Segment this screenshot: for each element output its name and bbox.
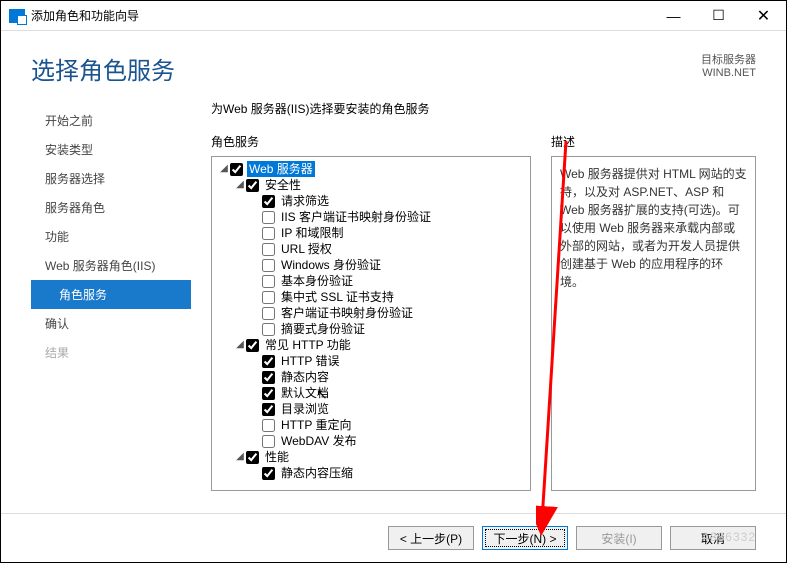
wizard-step[interactable]: 角色服务 (31, 280, 191, 309)
tree-label: 角色服务 (211, 133, 531, 150)
role-services-tree[interactable]: ◢Web 服务器◢安全性请求筛选IIS 客户端证书映射身份验证IP 和域限制UR… (211, 156, 531, 491)
wizard-step[interactable]: 开始之前 (31, 106, 191, 135)
tree-checkbox[interactable] (262, 419, 275, 432)
tree-checkbox[interactable] (262, 435, 275, 448)
app-icon (9, 9, 25, 23)
tree-node[interactable]: URL 授权 (214, 241, 528, 257)
tree-label[interactable]: WebDAV 发布 (279, 433, 359, 449)
prompt-text: 为Web 服务器(IIS)选择要安装的角色服务 (211, 96, 756, 117)
wizard-steps-sidebar: 开始之前安装类型服务器选择服务器角色功能Web 服务器角色(IIS)角色服务确认… (31, 96, 191, 476)
tree-label[interactable]: Windows 身份验证 (279, 257, 383, 273)
tree-node[interactable]: 默认文档 (214, 385, 528, 401)
wizard-step[interactable]: 确认 (31, 309, 191, 338)
tree-label[interactable]: IIS 客户端证书映射身份验证 (279, 209, 433, 225)
tree-checkbox[interactable] (262, 195, 275, 208)
tree-node[interactable]: ◢ 常见 HTTP 功能 (214, 337, 528, 353)
tree-label[interactable]: 默认文档 (279, 385, 331, 401)
description-panel: Web 服务器提供对 HTML 网站的支持，以及对 ASP.NET、ASP 和 … (551, 156, 756, 491)
desc-label: 描述 (551, 133, 756, 150)
next-button[interactable]: 下一步(N) > (482, 526, 568, 550)
wizard-step[interactable]: 服务器角色 (31, 193, 191, 222)
tree-checkbox[interactable] (262, 275, 275, 288)
maximize-button[interactable]: ☐ (696, 1, 741, 31)
close-button[interactable]: ✕ (741, 1, 786, 31)
tree-label[interactable]: 目录浏览 (279, 401, 331, 417)
tree-checkbox[interactable] (262, 307, 275, 320)
tree-node[interactable]: 摘要式身份验证 (214, 321, 528, 337)
tree-node[interactable]: 集中式 SSL 证书支持 (214, 289, 528, 305)
caret-down-icon[interactable]: ◢ (234, 177, 246, 193)
tree-checkbox[interactable] (246, 451, 259, 464)
tree-checkbox[interactable] (262, 243, 275, 256)
tree-label[interactable]: 常见 HTTP 功能 (263, 337, 353, 353)
tree-node[interactable]: ◢ 性能 (214, 449, 528, 465)
tree-label[interactable]: Web 服务器 (247, 161, 315, 177)
tree-checkbox[interactable] (246, 339, 259, 352)
install-button: 安装(I) (576, 526, 662, 550)
tree-checkbox[interactable] (262, 227, 275, 240)
tree-node[interactable]: 基本身份验证 (214, 273, 528, 289)
tree-node[interactable]: 目录浏览 (214, 401, 528, 417)
tree-label[interactable]: 基本身份验证 (279, 273, 355, 289)
tree-checkbox[interactable] (262, 355, 275, 368)
tree-node[interactable]: HTTP 重定向 (214, 417, 528, 433)
tree-node[interactable]: ◢ 安全性 (214, 177, 528, 193)
tree-label[interactable]: HTTP 重定向 (279, 417, 353, 433)
tree-node[interactable]: 静态内容 (214, 369, 528, 385)
wizard-step: 结果 (31, 338, 191, 367)
tree-label[interactable]: HTTP 错误 (279, 353, 341, 369)
tree-checkbox[interactable] (262, 323, 275, 336)
tree-node[interactable]: 请求筛选 (214, 193, 528, 209)
tree-label[interactable]: 摘要式身份验证 (279, 321, 367, 337)
tree-label[interactable]: URL 授权 (279, 241, 334, 257)
tree-label[interactable]: IP 和域限制 (279, 225, 345, 241)
caret-down-icon[interactable]: ◢ (234, 337, 246, 353)
tree-checkbox[interactable] (246, 179, 259, 192)
tree-checkbox[interactable] (262, 403, 275, 416)
tree-checkbox[interactable] (262, 387, 275, 400)
window-title: 添加角色和功能向导 (31, 7, 651, 24)
minimize-button[interactable]: — (651, 1, 696, 31)
tree-node[interactable]: IP 和域限制 (214, 225, 528, 241)
tree-node[interactable]: 静态内容压缩 (214, 465, 528, 481)
tree-node[interactable]: WebDAV 发布 (214, 433, 528, 449)
caret-down-icon[interactable]: ◢ (234, 449, 246, 465)
tree-node[interactable]: IIS 客户端证书映射身份验证 (214, 209, 528, 225)
tree-label[interactable]: 静态内容 (279, 369, 331, 385)
tree-label[interactable]: 静态内容压缩 (279, 465, 355, 481)
tree-label[interactable]: 集中式 SSL 证书支持 (279, 289, 396, 305)
tree-checkbox[interactable] (262, 259, 275, 272)
target-server-info: 目标服务器 WINB.NET (701, 51, 756, 79)
tree-checkbox[interactable] (262, 291, 275, 304)
tree-label[interactable]: 请求筛选 (279, 193, 331, 209)
page-title: 选择角色服务 (31, 51, 175, 86)
wizard-step[interactable]: Web 服务器角色(IIS) (31, 251, 191, 280)
wizard-footer: < 上一步(P) 下一步(N) > 安装(I) 取消 (1, 513, 786, 562)
titlebar: 添加角色和功能向导 — ☐ ✕ (1, 1, 786, 31)
tree-checkbox[interactable] (230, 163, 243, 176)
tree-node[interactable]: 客户端证书映射身份验证 (214, 305, 528, 321)
previous-button[interactable]: < 上一步(P) (388, 526, 474, 550)
tree-label[interactable]: 性能 (263, 449, 291, 465)
tree-node[interactable]: Windows 身份验证 (214, 257, 528, 273)
tree-label[interactable]: 安全性 (263, 177, 303, 193)
tree-checkbox[interactable] (262, 371, 275, 384)
tree-label[interactable]: 客户端证书映射身份验证 (279, 305, 415, 321)
wizard-step[interactable]: 服务器选择 (31, 164, 191, 193)
caret-down-icon[interactable]: ◢ (218, 161, 230, 177)
tree-node[interactable]: ◢ Web 服务器 (214, 161, 528, 177)
wizard-step[interactable]: 安装类型 (31, 135, 191, 164)
cancel-button[interactable]: 取消 (670, 526, 756, 550)
wizard-step[interactable]: 功能 (31, 222, 191, 251)
tree-checkbox[interactable] (262, 467, 275, 480)
tree-checkbox[interactable] (262, 211, 275, 224)
tree-node[interactable]: HTTP 错误 (214, 353, 528, 369)
